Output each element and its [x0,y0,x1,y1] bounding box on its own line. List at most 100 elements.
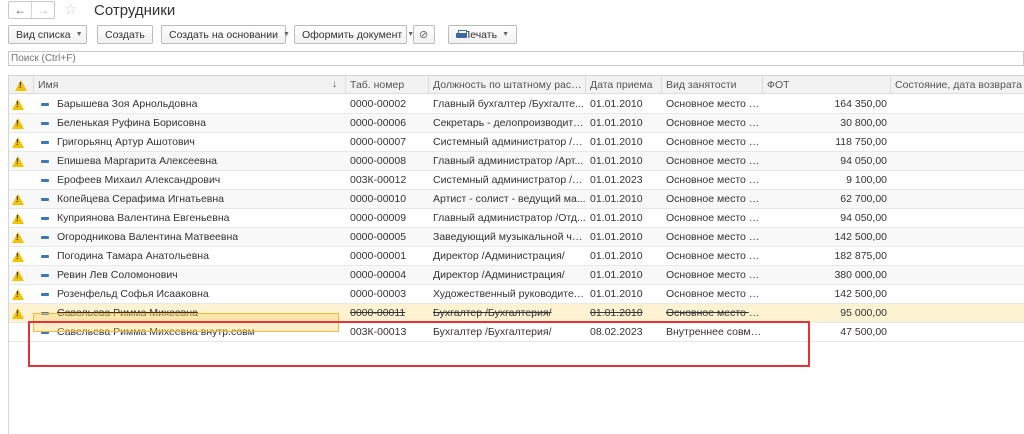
cell-fot: 94 050,00 [840,212,887,224]
column-name-label: Имя [38,79,59,91]
table-row[interactable]: Григорьянц Артур Ашотович 0000-00007 Сис… [9,133,1024,152]
cell-hire-date: 01.01.2010 [590,269,643,281]
employee-marker-icon [41,293,49,296]
cell-employment-type: Основное место р... [666,288,763,300]
employee-marker-icon [41,179,49,182]
cell-position: Директор /Администрация/ [433,250,565,262]
create-button[interactable]: Создать [97,25,153,44]
printer-icon [456,30,466,39]
warning-icon [12,251,24,262]
cell-fot: 142 500,00 [834,288,887,300]
table-row[interactable]: Епишева Маргарита Алексеевна 0000-00008 … [9,152,1024,171]
cell-name: Барышева Зоя Арнольдовна [57,98,198,110]
create-based-label: Создать на основании [169,28,278,41]
warning-icon [12,156,24,167]
cell-employment-type: Основное место р... [666,212,763,224]
cell-hire-date: 01.01.2023 [590,174,643,186]
column-header-warning[interactable] [9,76,34,94]
cell-employment-type: Основное место р... [666,231,763,243]
warning-icon [12,289,24,300]
table-row[interactable]: Розенфельд Софья Исааковна 0000-00003 Ху… [9,285,1024,304]
paperclip-icon: ⊘ [419,29,429,41]
employees-table: Имя ↓ Таб. номер Должность по штатному р… [8,75,1024,434]
cell-position: Артист - солист - ведущий ма... [433,193,586,205]
table-row[interactable]: Ревин Лев Соломонович 0000-00004 Директо… [9,266,1024,285]
warning-icon [12,232,24,243]
cell-name: Куприянова Валентина Евгеньевна [57,212,230,224]
employee-marker-icon [41,255,49,258]
cell-name: Копейцева Серафима Игнатьевна [57,193,225,205]
employee-marker-icon [41,274,49,277]
warning-icon [12,270,24,281]
cell-name: Огородникова Валентина Матвеевна [57,231,239,243]
warning-icon [12,194,24,205]
cell-name: Ерофеев Михаил Александрович [57,174,221,186]
cell-name: Погодина Тамара Анатольевна [57,250,209,262]
create-based-on-button[interactable]: Создать на основании ▼ [161,25,290,44]
employee-marker-icon [41,236,49,239]
cell-name: Беленькая Руфина Борисовна [57,117,206,129]
cell-name: Епишева Маргарита Алексеевна [57,155,217,167]
cell-fot: 164 350,00 [834,98,887,110]
column-header-position[interactable]: Должность по штатному расп... [429,76,586,94]
cell-employment-type: Основное место р... [666,136,763,148]
cell-tab-number: 0000-00003 [350,288,407,300]
make-document-label: Оформить документ [302,28,403,41]
warning-icon [12,213,24,224]
table-row[interactable]: Огородникова Валентина Матвеевна 0000-00… [9,228,1024,247]
navigation-buttons: ← → [8,1,55,19]
cell-name: Ревин Лев Соломонович [57,269,178,281]
cell-position: Художественный руководител... [433,288,586,300]
table-row[interactable]: Куприянова Валентина Евгеньевна 0000-000… [9,209,1024,228]
column-header-hire-date[interactable]: Дата приема [586,76,662,94]
column-header-status[interactable]: Состояние, дата возврата [891,76,1024,94]
employee-marker-icon [41,141,49,144]
cell-hire-date: 01.01.2010 [590,98,643,110]
cell-position: Заведующий музыкальной ча... [433,231,586,243]
cell-position: Директор /Администрация/ [433,269,565,281]
list-view-button[interactable]: Вид списка ▼ [8,25,87,44]
print-button[interactable]: Печать ▼ [448,25,517,44]
search-input[interactable] [8,51,1024,66]
table-row[interactable]: Ерофеев Михаил Александрович 003К-00012 … [9,171,1024,190]
cell-fot: 9 100,00 [846,174,887,186]
cell-position: Главный администратор /Отд... [433,212,586,224]
cell-hire-date: 01.01.2010 [590,212,643,224]
column-header-name[interactable]: Имя ↓ [34,76,346,94]
column-header-employment-type[interactable]: Вид занятости [662,76,763,94]
warning-icon [12,308,24,319]
title-bar: ← → ☆ Сотрудники [0,0,1024,22]
warning-icon [12,99,24,110]
cell-tab-number: 0000-00006 [350,117,407,129]
cell-fot: 142 500,00 [834,231,887,243]
column-header-tab-number[interactable]: Таб. номер [346,76,429,94]
cell-tab-number: 0000-00007 [350,136,407,148]
cell-tab-number: 0000-00009 [350,212,407,224]
column-header-fot[interactable]: ФОТ [763,76,891,94]
cell-employment-type: Основное место р... [666,193,763,205]
warning-icon [12,118,24,129]
list-view-label: Вид списка [16,28,71,41]
back-arrow-icon[interactable]: ← [9,2,31,18]
table-row[interactable]: Погодина Тамара Анатольевна 0000-00001 Д… [9,247,1024,266]
cell-fot: 30 800,00 [840,117,887,129]
dropdown-arrow-icon: ▼ [75,31,83,38]
attach-button[interactable]: ⊘ [413,25,435,44]
warning-icon [15,80,27,91]
table-row[interactable]: Барышева Зоя Арнольдовна 0000-00002 Глав… [9,95,1024,114]
cell-hire-date: 01.01.2010 [590,193,643,205]
cell-tab-number: 0000-00010 [350,193,407,205]
favorite-star-icon[interactable]: ☆ [64,0,77,18]
cell-hire-date: 01.01.2010 [590,231,643,243]
cell-tab-number: 0000-00001 [350,250,407,262]
employee-marker-icon [41,103,49,106]
employee-marker-icon [41,198,49,201]
table-row[interactable]: Беленькая Руфина Борисовна 0000-00006 Се… [9,114,1024,133]
cell-fot: 118 750,00 [835,136,887,148]
employee-marker-icon [41,217,49,220]
cell-position: Секретарь - делопроизводите... [433,117,586,129]
make-document-button[interactable]: Оформить документ ▼ [294,25,414,44]
cell-hire-date: 01.01.2010 [590,250,643,262]
table-row[interactable]: Копейцева Серафима Игнатьевна 0000-00010… [9,190,1024,209]
forward-arrow-icon[interactable]: → [31,2,54,18]
